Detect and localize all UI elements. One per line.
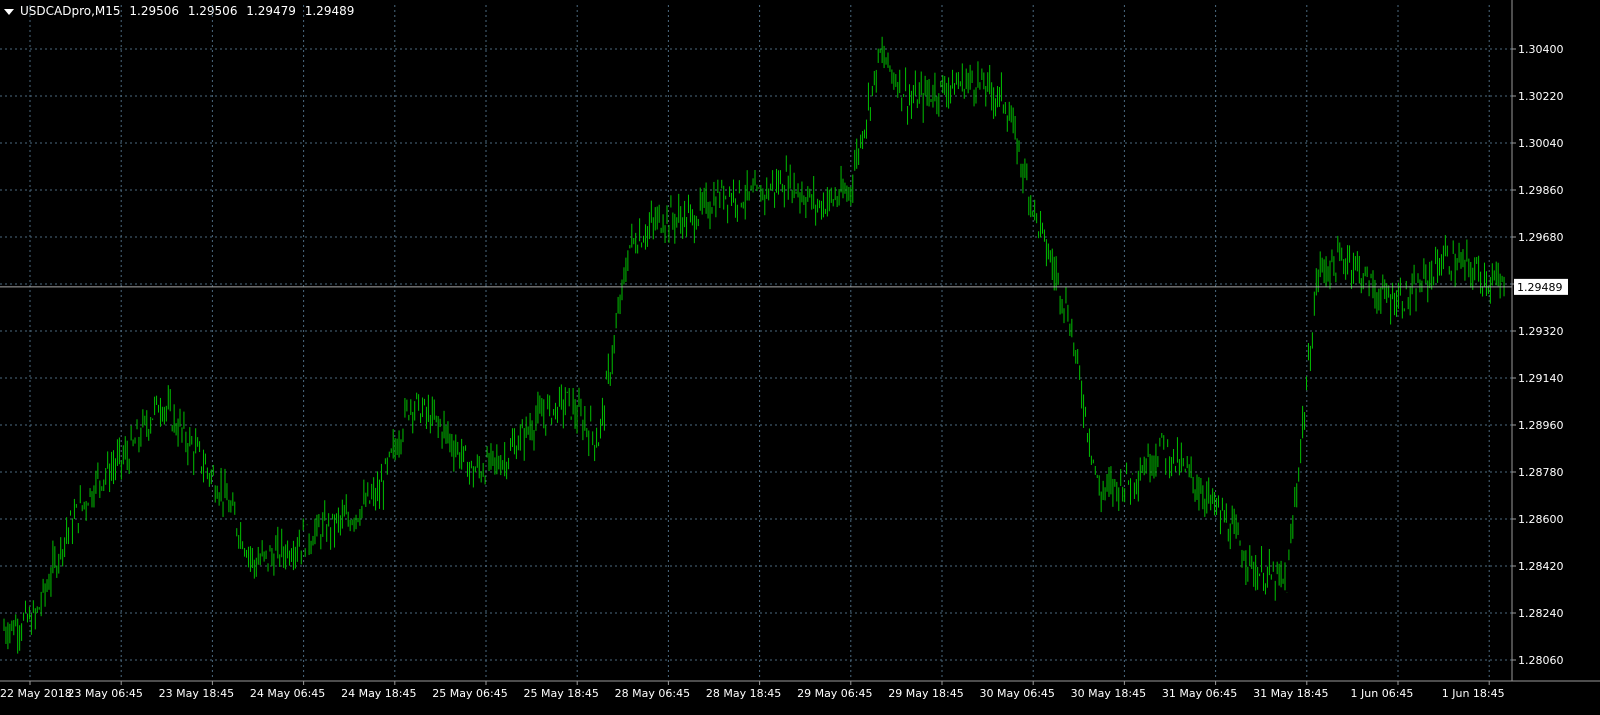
x-tick-label: 28 May 06:45	[615, 687, 690, 700]
y-tick-label: 1.30220	[1518, 90, 1564, 103]
x-tick-label: 25 May 18:45	[523, 687, 598, 700]
x-tick-label: 23 May 18:45	[159, 687, 234, 700]
x-tick-label: 30 May 18:45	[1071, 687, 1146, 700]
x-tick-label: 30 May 06:45	[979, 687, 1054, 700]
y-tick-label: 1.29860	[1518, 184, 1564, 197]
y-tick-label: 1.28600	[1518, 513, 1564, 526]
x-tick-label: 23 May 06:45	[67, 687, 142, 700]
x-tick-label: 24 May 18:45	[341, 687, 416, 700]
x-tick-label: 31 May 06:45	[1162, 687, 1237, 700]
x-tick-label: 28 May 18:45	[706, 687, 781, 700]
x-tick-label: 29 May 18:45	[888, 687, 963, 700]
y-tick-label: 1.29140	[1518, 372, 1564, 385]
current-price-label: 1.29489	[1517, 281, 1563, 294]
chart-window[interactable]: USDCADpro,M15 1.29506 1.29506 1.29479 1.…	[0, 0, 1600, 715]
y-tick-label: 1.28240	[1518, 607, 1564, 620]
x-tick-label: 1 Jun 18:45	[1442, 687, 1505, 700]
y-tick-label: 1.28060	[1518, 654, 1564, 667]
current-price-tag: 1.29489	[1514, 278, 1568, 295]
y-tick-label: 1.28420	[1518, 560, 1564, 573]
x-tick-label: 31 May 18:45	[1253, 687, 1328, 700]
y-tick-label: 1.30400	[1518, 43, 1564, 56]
price-chart[interactable]: 1.304001.302201.300401.298601.296801.295…	[0, 0, 1600, 715]
y-tick-label: 1.29320	[1518, 325, 1564, 338]
y-tick-label: 1.28960	[1518, 419, 1564, 432]
axes: 1.304001.302201.300401.298601.296801.295…	[0, 0, 1600, 700]
y-tick-label: 1.30040	[1518, 137, 1564, 150]
x-tick-label: 25 May 06:45	[432, 687, 507, 700]
x-tick-label: 1 Jun 06:45	[1351, 687, 1414, 700]
price-bars	[3, 36, 1505, 654]
x-tick-label: 22 May 2018	[0, 687, 72, 700]
x-tick-label: 29 May 06:45	[797, 687, 872, 700]
y-tick-label: 1.29680	[1518, 231, 1564, 244]
y-tick-label: 1.28780	[1518, 466, 1564, 479]
x-tick-label: 24 May 06:45	[250, 687, 325, 700]
